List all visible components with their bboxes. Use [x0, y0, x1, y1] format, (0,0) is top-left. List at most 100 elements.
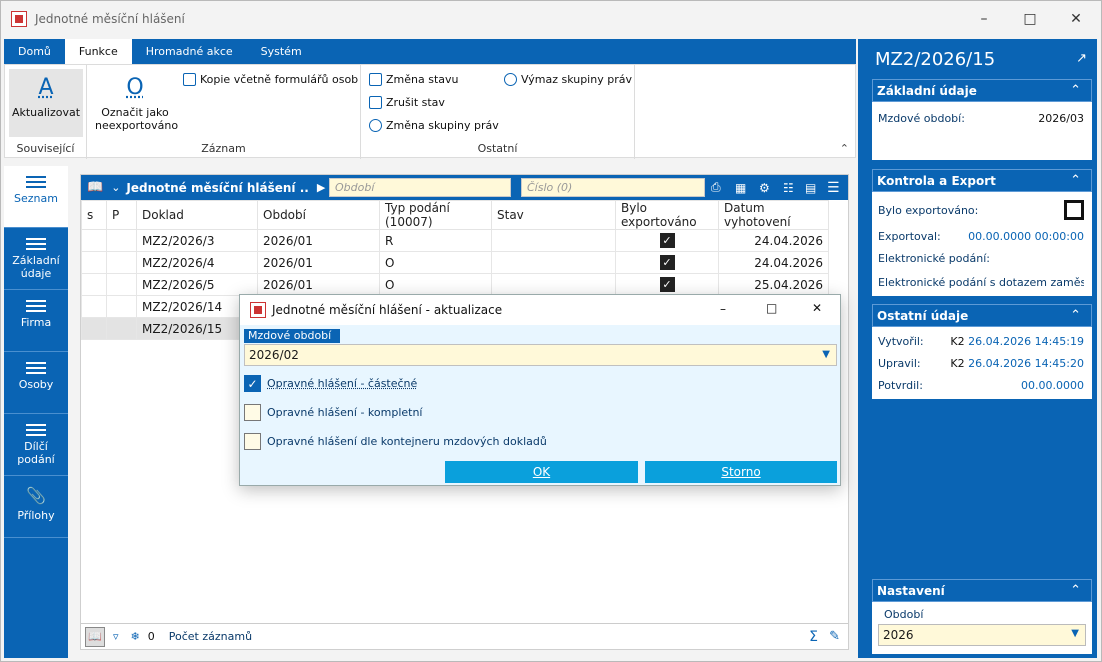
- ribbon: A Aktualizovat Související O Označit jak…: [4, 64, 856, 159]
- payroll-period-input[interactable]: 2026/02 ▼: [244, 344, 837, 366]
- panel-splitter[interactable]: [858, 39, 867, 658]
- collapse-ribbon-icon[interactable]: ⌃: [840, 142, 849, 155]
- col-datum[interactable]: Datum vyhotovení: [718, 200, 829, 230]
- menu-icon[interactable]: ☰: [827, 180, 840, 196]
- filter-icon[interactable]: ▿: [113, 630, 119, 643]
- option-container[interactable]: Opravné hlášení dle kontejneru mzdových …: [244, 433, 547, 450]
- list-icon: [26, 300, 46, 312]
- sum-icon[interactable]: Σ: [809, 629, 818, 645]
- col-s[interactable]: s: [81, 200, 107, 230]
- option-partial[interactable]: ✓ Opravné hlášení - částečné: [244, 375, 417, 392]
- exported-by-row: Exportoval: 00.00.0000 00:00:00: [878, 230, 1084, 243]
- dialog-maximize-button[interactable]: □: [766, 301, 777, 315]
- nav-osoby[interactable]: Osoby: [4, 352, 68, 414]
- detail-panel: MZ2/2026/15 ↗ Základní údaje ⌃ Mzdové ob…: [867, 39, 1097, 658]
- grid-title[interactable]: Jednotné měsíční hlášení ..: [126, 181, 308, 195]
- checkbox-partial[interactable]: ✓: [244, 375, 261, 392]
- exported-check: ✓: [659, 233, 675, 248]
- exported-checkbox[interactable]: [1064, 200, 1084, 220]
- change-state-button[interactable]: Změna stavu: [369, 73, 459, 86]
- col-p[interactable]: P: [106, 200, 137, 230]
- created-value: 26.04.2026 14:45:19: [968, 335, 1084, 348]
- cell-stav: [491, 229, 616, 252]
- checkbox-complete[interactable]: [244, 404, 261, 421]
- play-icon[interactable]: ▶: [317, 181, 325, 194]
- maximize-button[interactable]: □: [1007, 1, 1053, 36]
- chevron-up-icon[interactable]: ⌃: [1070, 583, 1081, 598]
- section-other-header[interactable]: Ostatní údaje ⌃: [872, 304, 1092, 327]
- tab-hromadne-akce[interactable]: Hromadné akce: [132, 39, 247, 64]
- number-filter-input[interactable]: Číslo (0): [521, 178, 705, 197]
- aktualizovat-button[interactable]: A Aktualizovat: [9, 69, 83, 137]
- copy-with-forms-button[interactable]: Kopie včetně formulářů osob: [183, 73, 358, 86]
- nav-zakladni-udaje[interactable]: Základní údaje: [4, 228, 68, 290]
- e-filing-label: Elektronické podání:: [878, 252, 990, 265]
- tab-system[interactable]: Systém: [247, 39, 316, 64]
- remove-group-label: Výmaz skupiny práv: [521, 73, 632, 86]
- section-other-title: Ostatní údaje: [877, 309, 969, 323]
- col-obdobi[interactable]: Období: [257, 200, 380, 230]
- tab-funkce[interactable]: Funkce: [64, 39, 132, 64]
- update-dialog: Jednotné měsíční hlášení - aktualizace –…: [239, 294, 841, 486]
- modified-value: 26.04.2026 14:45:20: [968, 357, 1084, 370]
- option-partial-label: Opravné hlášení - částečné: [267, 377, 418, 390]
- section-basic-header[interactable]: Základní údaje ⌃: [872, 79, 1092, 102]
- tab-domu[interactable]: Domů: [4, 39, 65, 64]
- nav-dilci-podani[interactable]: Dílčí podání: [4, 414, 68, 476]
- table-row[interactable]: MZ2/2026/4 2026/01 O ✓ 24.04.2026: [81, 251, 829, 274]
- option-complete[interactable]: Opravné hlášení - kompletní: [244, 404, 422, 421]
- print-icon[interactable]: ⎙: [711, 180, 721, 195]
- nav-prilohy[interactable]: 📎 Přílohy: [4, 476, 68, 538]
- chart-icon[interactable]: ▦: [735, 181, 746, 195]
- popout-icon[interactable]: ↗: [1076, 51, 1087, 66]
- cell-datum: 24.04.2026: [718, 251, 829, 274]
- dialog-close-button[interactable]: ✕: [812, 301, 822, 315]
- chevron-up-icon[interactable]: ⌃: [1070, 173, 1081, 188]
- section-export-header[interactable]: Kontrola a Export ⌃: [872, 169, 1092, 192]
- snowflake-icon[interactable]: ❄: [131, 630, 140, 643]
- settings-period-input[interactable]: 2026 ▼: [878, 624, 1086, 646]
- col-stav[interactable]: Stav: [491, 200, 616, 230]
- table-row[interactable]: MZ2/2026/5 2026/01 O ✓ 25.04.2026: [81, 273, 829, 296]
- dropdown-icon[interactable]: ▼: [1071, 628, 1079, 639]
- col-exported[interactable]: Bylo exportováno: [615, 200, 719, 230]
- aktualizovat-label: Aktualizovat: [11, 106, 81, 119]
- close-button[interactable]: ✕: [1053, 1, 1099, 36]
- columns-icon[interactable]: ☷: [783, 181, 794, 195]
- period-value: 2026/03: [1038, 112, 1084, 125]
- created-label: Vytvořil:: [878, 335, 924, 348]
- nav-seznam[interactable]: Seznam: [4, 166, 68, 228]
- col-typ[interactable]: Typ podání (10007): [379, 200, 492, 230]
- title-bar: Jednotné měsíční hlášení – □ ✕: [1, 1, 1101, 36]
- ok-button[interactable]: OK: [445, 461, 638, 483]
- exported-by-label: Exportoval:: [878, 230, 941, 243]
- checkbox-container[interactable]: [244, 433, 261, 450]
- payroll-period-label: Mzdové období: [244, 329, 340, 343]
- col-doklad[interactable]: Doklad: [136, 200, 258, 230]
- edit-icon[interactable]: ✎: [829, 629, 840, 644]
- confirmed-row: Potvrdil: 00.00.0000: [878, 379, 1084, 392]
- cancel-state-button[interactable]: Zrušit stav: [369, 96, 445, 109]
- chevron-down-icon[interactable]: ⌄: [111, 181, 120, 194]
- minimize-button[interactable]: –: [961, 1, 1007, 36]
- section-settings-header[interactable]: Nastavení ⌃: [872, 579, 1092, 602]
- mark-unexported-button[interactable]: O Označit jako neexportováno: [95, 75, 179, 132]
- excel-icon[interactable]: ▤: [805, 181, 816, 195]
- group-icon[interactable]: ⚙: [759, 181, 770, 195]
- nav-zakladni-label: Základní údaje: [12, 254, 60, 280]
- book-icon[interactable]: 📖: [87, 180, 103, 195]
- chevron-up-icon[interactable]: ⌃: [1070, 308, 1081, 323]
- mark-label-2: neexportováno: [95, 119, 179, 132]
- nav-firma[interactable]: Firma: [4, 290, 68, 352]
- dialog-minimize-button[interactable]: –: [720, 302, 726, 316]
- period-filter-input[interactable]: Období: [329, 178, 511, 197]
- created-user: K2: [950, 335, 965, 348]
- chevron-up-icon[interactable]: ⌃: [1070, 83, 1081, 98]
- dropdown-icon[interactable]: ▼: [822, 349, 830, 360]
- remove-rights-group-button[interactable]: Výmaz skupiny práv: [504, 73, 632, 86]
- payroll-period-value: 2026/02: [249, 348, 299, 362]
- book-footer-icon[interactable]: 📖: [85, 626, 105, 647]
- change-rights-group-button[interactable]: Změna skupiny práv: [369, 119, 499, 132]
- cancel-button[interactable]: Storno: [645, 461, 837, 483]
- table-row[interactable]: MZ2/2026/3 2026/01 R ✓ 24.04.2026: [81, 229, 829, 252]
